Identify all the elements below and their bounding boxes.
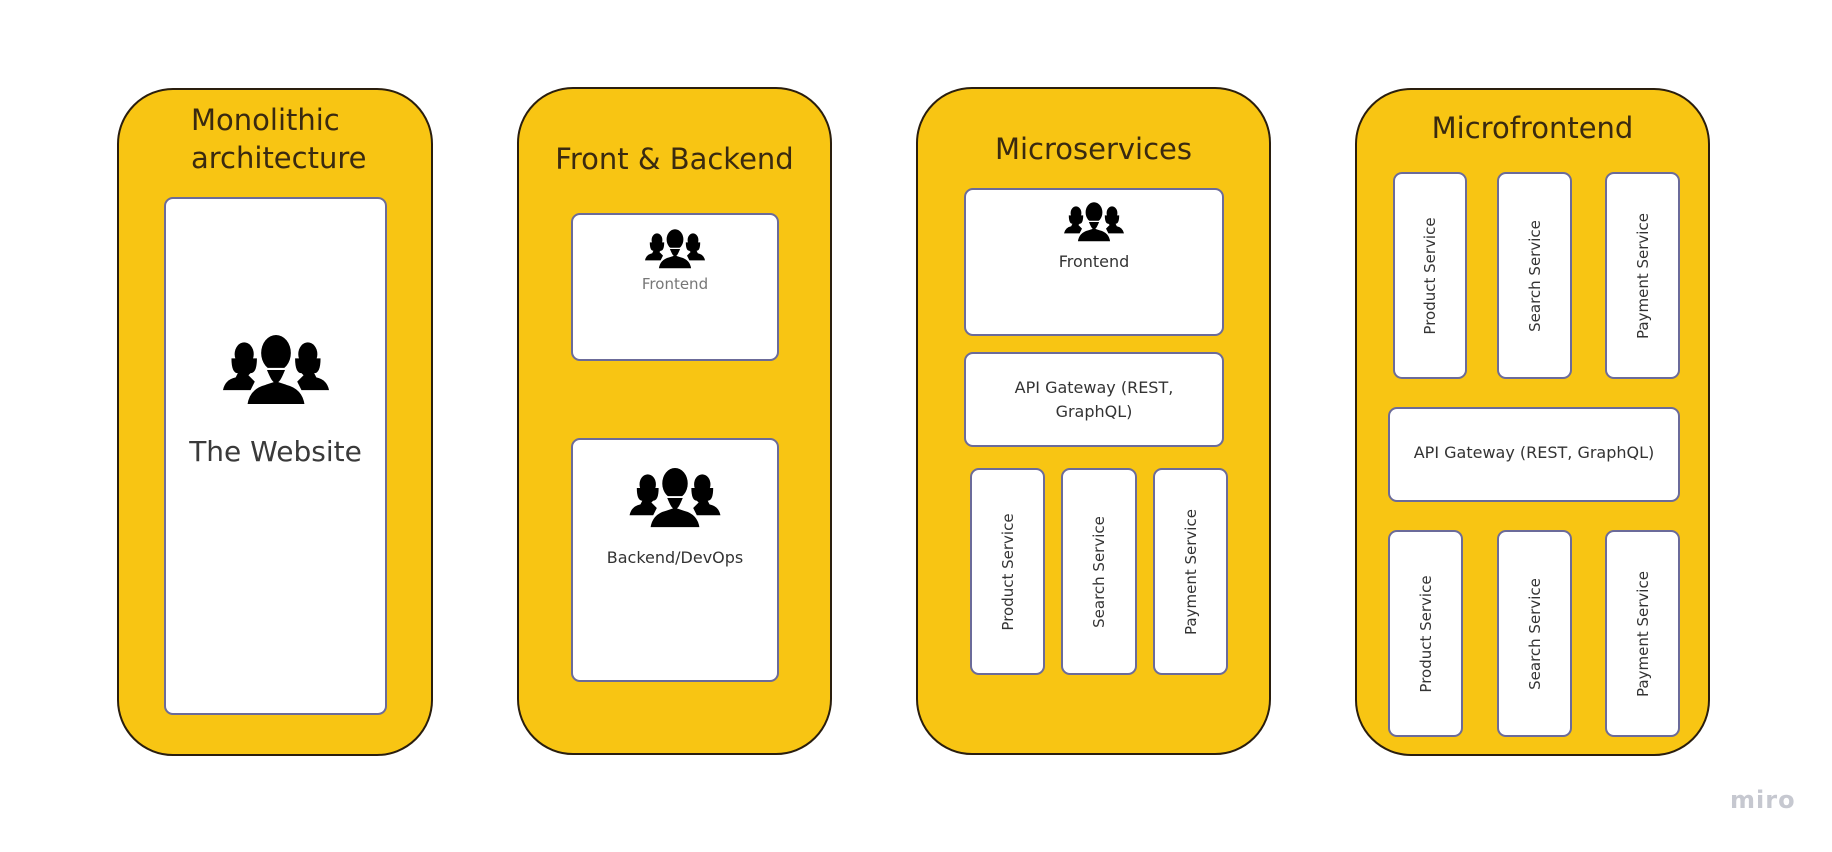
product-service-label: Product Service — [998, 512, 1017, 631]
payment-service-label: Payment Service — [1633, 570, 1652, 697]
title-line-2: architecture — [191, 140, 367, 175]
api-gateway-box[interactable]: API Gateway (REST, GraphQL) — [1388, 407, 1680, 502]
api-gateway-line-2: GraphQL) — [1055, 402, 1133, 421]
frontend-label: Frontend — [1058, 252, 1130, 271]
frontend-label: Frontend — [641, 275, 709, 293]
api-gateway-line-1: API Gateway (REST, — [1014, 378, 1174, 397]
search-service-top-box[interactable]: Search Service — [1497, 172, 1572, 379]
product-service-top-box[interactable]: Product Service — [1393, 172, 1467, 379]
search-service-box[interactable]: Search Service — [1061, 468, 1137, 675]
product-service-box[interactable]: Product Service — [970, 468, 1045, 675]
api-gateway-label: API Gateway (REST, GraphQL) — [1413, 443, 1655, 462]
people-group-icon — [629, 468, 722, 528]
front-backend-card[interactable]: Front & Backend Frontend Backend/DevOps — [517, 87, 832, 755]
microservices-card[interactable]: Microservices Frontend API Gateway (REST… — [916, 87, 1271, 755]
website-box[interactable]: The Website — [164, 197, 387, 715]
search-service-label: Search Service — [1525, 577, 1544, 690]
miro-logo: miro — [1730, 786, 1796, 814]
api-gateway-label: API Gateway (REST, GraphQL) — [966, 376, 1222, 424]
product-service-label: Product Service — [1416, 574, 1435, 693]
microservices-title: Microservices — [994, 132, 1193, 166]
search-service-label: Search Service — [1525, 219, 1544, 332]
backend-devops-box[interactable]: Backend/DevOps — [571, 438, 779, 682]
payment-service-bottom-box[interactable]: Payment Service — [1605, 530, 1680, 737]
people-group-icon — [222, 335, 330, 405]
api-gateway-box[interactable]: API Gateway (REST, GraphQL) — [964, 352, 1224, 447]
monolithic-card[interactable]: Monolithic architecture The Website — [117, 88, 433, 756]
payment-service-label: Payment Service — [1181, 508, 1200, 635]
frontend-box[interactable]: Frontend — [964, 188, 1224, 336]
people-group-icon — [1064, 202, 1124, 242]
search-service-bottom-box[interactable]: Search Service — [1497, 530, 1572, 737]
payment-service-box[interactable]: Payment Service — [1153, 468, 1228, 675]
monolithic-title: Monolithic architecture — [191, 102, 431, 177]
search-service-label: Search Service — [1090, 515, 1108, 628]
front-backend-title: Front & Backend — [555, 142, 794, 176]
people-group-icon — [645, 229, 705, 269]
frontend-box[interactable]: Frontend — [571, 213, 779, 361]
title-line-1: Monolithic — [191, 103, 340, 137]
website-label: The Website — [189, 435, 362, 468]
payment-service-label: Payment Service — [1633, 212, 1652, 339]
backend-devops-label: Backend/DevOps — [606, 548, 744, 567]
payment-service-top-box[interactable]: Payment Service — [1605, 172, 1680, 379]
microfrontend-card[interactable]: Microfrontend Product Service Search Ser… — [1355, 88, 1710, 756]
microfrontend-title: Microfrontend — [1431, 111, 1634, 145]
product-service-bottom-box[interactable]: Product Service — [1388, 530, 1463, 737]
product-service-label: Product Service — [1421, 216, 1439, 335]
